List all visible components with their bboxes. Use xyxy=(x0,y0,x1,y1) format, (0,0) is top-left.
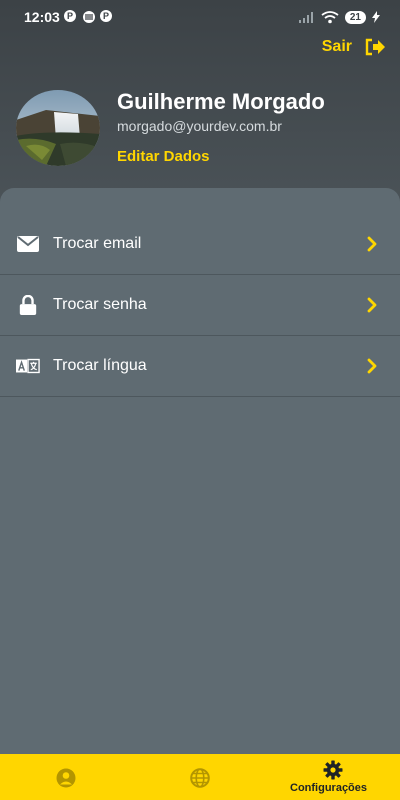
battery-indicator: 21 xyxy=(344,10,366,24)
user-email: morgado@yourdev.com.br xyxy=(117,118,282,134)
signal-icon xyxy=(298,12,313,23)
menu-item-change-language[interactable]: Trocar língua xyxy=(0,336,400,397)
logout-label: Sair xyxy=(321,38,352,55)
nav-tab-settings[interactable]: Configurações xyxy=(266,754,400,800)
menu-item-label: Trocar língua xyxy=(53,357,147,374)
lock-icon xyxy=(19,295,37,315)
edit-profile-link[interactable]: Editar Dados xyxy=(117,148,210,165)
logout-button[interactable]: Sair xyxy=(322,38,386,56)
wifi-icon xyxy=(321,10,339,23)
menu-item-change-password[interactable]: Trocar senha xyxy=(0,275,400,336)
avatar xyxy=(16,90,100,166)
chevron-right-icon xyxy=(367,297,377,313)
envelope-icon xyxy=(17,236,39,252)
nav-tab-profile[interactable] xyxy=(0,754,133,800)
translate-icon xyxy=(16,358,40,374)
chevron-right-icon xyxy=(367,236,377,252)
charging-icon xyxy=(372,11,380,23)
settings-list: Trocar email Trocar senha Trocar língua xyxy=(0,214,400,397)
status-bar: 12:03 P P 21 xyxy=(0,0,400,34)
menu-item-label: Trocar senha xyxy=(53,296,147,313)
menu-item-label: Trocar email xyxy=(53,235,142,252)
globe-icon xyxy=(190,768,210,788)
app-notification-icon xyxy=(82,10,95,23)
profile-icon xyxy=(56,768,76,788)
status-indicators: 21 xyxy=(298,9,380,25)
menu-item-change-email[interactable]: Trocar email xyxy=(0,214,400,275)
app-notification-icon: P xyxy=(64,10,76,22)
settings-sheet: Trocar email Trocar senha Trocar língua xyxy=(0,188,400,754)
app-notification-icon: P xyxy=(100,10,112,22)
logout-icon xyxy=(365,38,385,56)
nav-tab-explore[interactable] xyxy=(133,754,266,800)
profile-header: 12:03 P P 21 Sair Guilherme Morgado morg… xyxy=(0,0,400,210)
chevron-right-icon xyxy=(367,358,377,374)
user-name: Guilherme Morgado xyxy=(117,89,325,114)
bottom-nav: Configurações xyxy=(0,754,400,800)
gear-icon xyxy=(323,760,343,780)
status-time: 12:03 xyxy=(24,9,60,25)
nav-tab-label: Configurações xyxy=(290,782,368,794)
